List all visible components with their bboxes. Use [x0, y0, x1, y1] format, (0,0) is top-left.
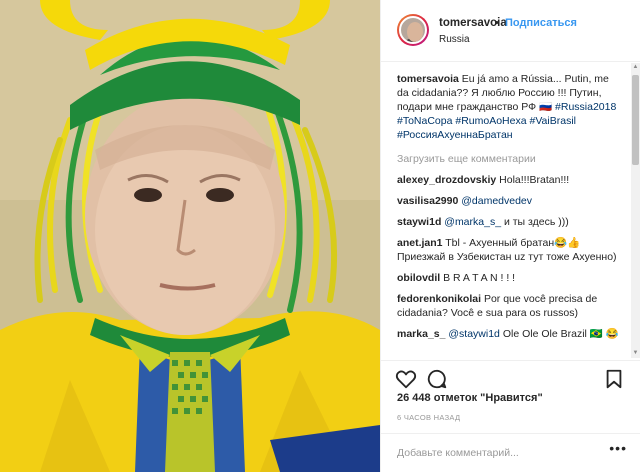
comment-mention[interactable]: @staywi1d — [448, 328, 500, 340]
putin-mask-photo — [0, 0, 380, 472]
add-comment-input[interactable] — [397, 443, 597, 463]
action-bar — [381, 360, 640, 396]
comments-list[interactable]: tomersavoia Eu já amo a Rússia... Putin,… — [381, 63, 631, 358]
caption-username[interactable]: tomersavoia — [397, 73, 459, 85]
comment-mention[interactable]: @damedvedev — [461, 195, 532, 207]
comment-item: fedorenkonikolai Por que você precisa de… — [397, 292, 621, 320]
caption: tomersavoia Eu já amo a Rússia... Putin,… — [397, 72, 621, 142]
heart-icon[interactable] — [395, 368, 417, 390]
comments-scrollbar[interactable]: ▲ ▼ — [631, 63, 640, 358]
bookmark-icon[interactable] — [603, 368, 625, 390]
comment-username[interactable]: obilovdil — [397, 272, 440, 284]
comment-username[interactable]: marka_s_ — [397, 328, 445, 340]
comment-text: Hola!!!Bratan!!! — [499, 174, 570, 186]
comment-username[interactable]: alexey_drozdovskiy — [397, 174, 496, 186]
load-more-comments-button[interactable]: Загрузить еще комментарии — [397, 152, 621, 166]
comment-username[interactable]: staywi1d — [397, 216, 441, 228]
comment-mention[interactable]: @marka_s_ — [444, 216, 501, 228]
comment-text: и ты здесь ))) — [503, 216, 569, 228]
scroll-down-arrow-icon[interactable]: ▼ — [631, 349, 640, 358]
follow-button[interactable]: Подписаться — [505, 17, 577, 29]
more-options-icon[interactable]: ••• — [609, 440, 627, 456]
post-timestamp[interactable]: 6 ЧАСОВ НАЗАД — [397, 413, 460, 422]
comment-item: vasilisa2990 @damedvedev — [397, 194, 621, 208]
comment-text: Ole Ole Ole Brazil 🇧🇷 😂 — [502, 328, 619, 340]
comment-icon[interactable] — [426, 368, 448, 390]
likes-count[interactable]: 26 448 отметок "Нравится" — [397, 392, 543, 404]
post-location[interactable]: Russia — [439, 34, 470, 45]
comment-username[interactable]: anet.jan1 — [397, 237, 443, 249]
comment-item: marka_s_ @staywi1d Ole Ole Ole Brazil 🇧🇷… — [397, 327, 621, 341]
post-sidebar: tomersavoia • Подписаться Russia tomersa… — [380, 0, 640, 472]
comment-item: alexey_drozdovskiy Hola!!!Bratan!!! — [397, 173, 621, 187]
comment-username[interactable]: vasilisa2990 — [397, 195, 458, 207]
comment-item: staywi1d @marka_s_ и ты здесь ))) — [397, 215, 621, 229]
scroll-up-arrow-icon[interactable]: ▲ — [631, 63, 640, 72]
avatar[interactable] — [397, 14, 429, 46]
comment-item: obilovdil B R A T A N ! ! ! — [397, 271, 621, 285]
separator-dot: • — [495, 17, 499, 29]
comment-username[interactable]: fedorenkonikolai — [397, 293, 481, 305]
post-photo[interactable] — [0, 0, 380, 472]
comment-item: anet.jan1 Tbl - Ахуенный братан😂👍 Приезж… — [397, 236, 621, 264]
post-header: tomersavoia • Подписаться Russia — [381, 0, 640, 62]
avatar-face — [407, 22, 423, 42]
avatar-image — [399, 16, 427, 44]
comment-text: B R A T A N ! ! ! — [443, 272, 516, 284]
scrollbar-thumb[interactable] — [632, 75, 639, 165]
add-comment-bar: ••• — [381, 433, 640, 472]
